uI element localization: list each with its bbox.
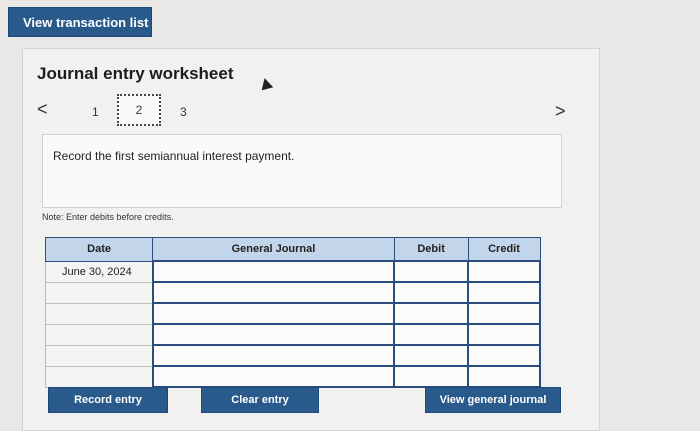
journal-row xyxy=(44,302,541,325)
mouse-cursor-icon xyxy=(258,76,274,91)
worksheet-title: Journal entry worksheet xyxy=(37,64,234,83)
credit-input[interactable] xyxy=(467,344,541,367)
credit-input[interactable] xyxy=(467,260,541,283)
general-journal-header: General Journal xyxy=(152,237,395,262)
debit-credit-note: Note: Enter debits before credits. xyxy=(42,212,174,222)
debit-input[interactable] xyxy=(393,281,470,304)
journal-row xyxy=(44,323,541,346)
credit-input[interactable] xyxy=(467,281,541,304)
account-input[interactable] xyxy=(151,365,396,388)
date-cell: June 30, 2024 xyxy=(44,260,154,283)
next-page-button[interactable]: > xyxy=(555,101,566,122)
journal-header-row: Date General Journal Debit Credit xyxy=(44,237,541,262)
date-header: Date xyxy=(44,237,154,262)
account-input[interactable] xyxy=(151,260,396,283)
credit-input[interactable] xyxy=(467,302,541,325)
record-entry-button[interactable]: Record entry xyxy=(48,387,168,413)
journal-row xyxy=(44,344,541,367)
credit-header: Credit xyxy=(467,237,541,262)
journal-entry-worksheet: Journal entry worksheet < 1 2 3 > Record… xyxy=(22,48,600,431)
date-cell xyxy=(44,281,154,304)
credit-input[interactable] xyxy=(467,365,541,388)
account-input[interactable] xyxy=(151,344,396,367)
page-2-tab[interactable]: 2 xyxy=(117,94,161,126)
page-1-tab[interactable]: 1 xyxy=(92,105,99,119)
page-3-tab[interactable]: 3 xyxy=(180,105,187,119)
date-cell xyxy=(44,344,154,367)
date-cell xyxy=(44,365,154,388)
debit-input[interactable] xyxy=(393,323,470,346)
date-cell xyxy=(44,323,154,346)
prev-page-button[interactable]: < xyxy=(37,99,48,120)
debit-input[interactable] xyxy=(393,302,470,325)
debit-input[interactable] xyxy=(393,344,470,367)
journal-row: June 30, 2024 xyxy=(44,260,541,283)
date-cell xyxy=(44,302,154,325)
instruction-text: Record the first semiannual interest pay… xyxy=(53,149,295,163)
view-general-journal-button[interactable]: View general journal xyxy=(425,387,561,413)
account-input[interactable] xyxy=(151,302,396,325)
clear-entry-button[interactable]: Clear entry xyxy=(201,387,319,413)
debit-input[interactable] xyxy=(393,365,470,388)
credit-input[interactable] xyxy=(467,323,541,346)
account-input[interactable] xyxy=(151,281,396,304)
debit-header: Debit xyxy=(393,237,469,262)
debit-input[interactable] xyxy=(393,260,470,283)
journal-row xyxy=(44,365,541,388)
journal-row xyxy=(44,281,541,304)
instruction-box: Record the first semiannual interest pay… xyxy=(42,134,562,208)
journal-table: Date General Journal Debit Credit June 3… xyxy=(44,237,541,388)
account-input[interactable] xyxy=(151,323,396,346)
view-transaction-list-button[interactable]: View transaction list xyxy=(8,7,152,37)
